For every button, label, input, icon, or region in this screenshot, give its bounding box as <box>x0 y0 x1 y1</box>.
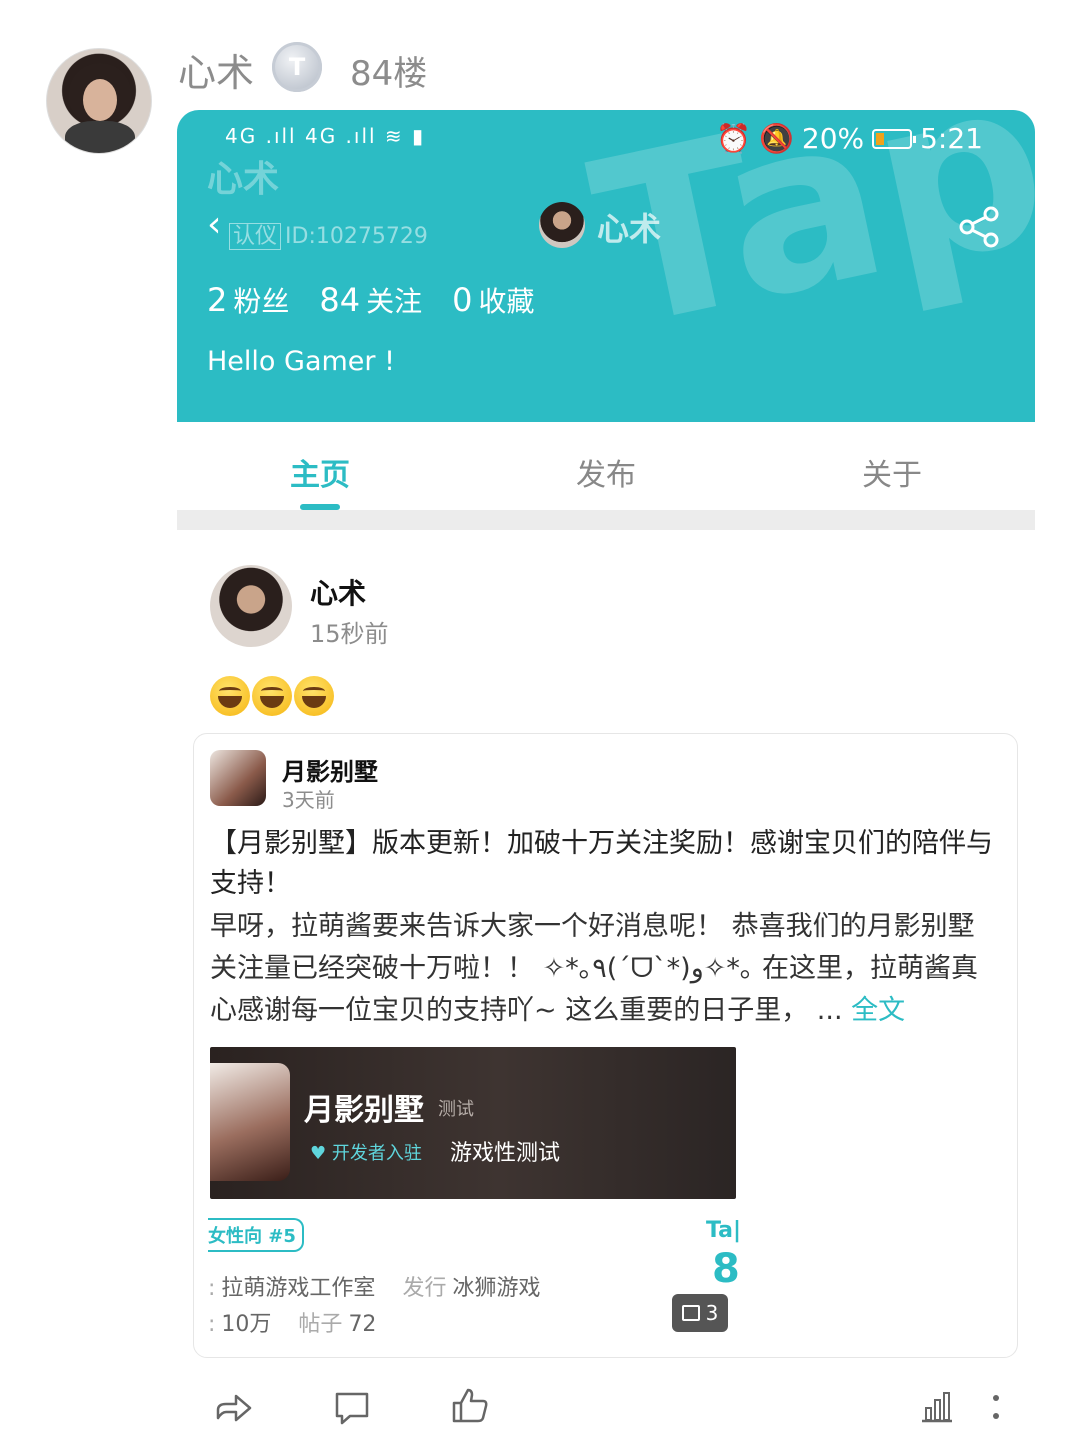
image-count-badge[interactable]: 3 <box>672 1294 728 1332</box>
studio-name: 拉萌游戏工作室 <box>221 1276 376 1301</box>
game-art <box>210 1063 290 1181</box>
status-bar-right: ⏰ 🔕 20% 5:21 <box>716 122 983 155</box>
divider <box>177 510 1035 530</box>
mute-icon: 🔕 <box>759 122 794 155</box>
post-time: 15秒前 <box>310 620 389 648</box>
repost-card[interactable]: 月影别墅 3天前 【月影别墅】版本更新！加破十万关注奖励！感谢宝贝们的陪伴与支持… <box>193 733 1018 1358</box>
more-options-icon[interactable] <box>986 1390 1006 1424</box>
tab-about[interactable]: 关于 <box>749 422 1035 510</box>
profile-avatar <box>539 202 585 248</box>
repost-author[interactable]: 月影别墅 <box>282 752 378 787</box>
stat-favorites[interactable]: 0 收藏 <box>452 280 534 320</box>
game-avatar[interactable] <box>210 750 266 806</box>
repost-body: 早呀，拉萌酱要来告诉大家一个好消息呢！ 恭喜我们的月影别墅关注量已经突破十万啦！… <box>210 906 1000 1032</box>
game-type: 游戏性测试 <box>450 1141 561 1166</box>
repost-title: 【月影别墅】版本更新！加破十万关注奖励！感谢宝贝们的陪伴与支持！ <box>210 828 993 899</box>
post-author[interactable]: 心术 <box>310 572 366 612</box>
game-publisher-line: : 拉萌游戏工作室 发行 冰狮游戏 <box>208 1276 541 1301</box>
profile-stats: 2 粉丝 84 关注 0 收藏 <box>207 280 534 320</box>
read-more-link[interactable]: 全文 <box>851 995 905 1026</box>
profile-title-name: 心术 <box>597 210 662 248</box>
share-forward-icon[interactable] <box>214 1388 254 1428</box>
developer-badge: ♥ 开发者入驻 <box>310 1143 422 1164</box>
like-icon[interactable] <box>450 1386 490 1426</box>
stat-following[interactable]: 84 关注 <box>319 280 422 320</box>
tab-posts[interactable]: 发布 <box>463 422 749 510</box>
posts-label: 帖子 <box>298 1312 343 1337</box>
game-followers: 10万 <box>221 1312 272 1337</box>
share-icon[interactable] <box>959 206 999 248</box>
profile-header: Tap 4G .ıll 4G .ıll ≋ ▮ ⏰ 🔕 20% 5:21 心术 … <box>177 110 1035 422</box>
verify-tag: 认仪 <box>229 223 282 250</box>
alarm-icon: ⏰ <box>716 122 751 155</box>
game-banner[interactable]: 月影别墅 测试 ♥ 开发者入驻 游戏性测试 <box>210 1047 736 1199</box>
post-emojis <box>210 676 334 716</box>
floor-avatar[interactable] <box>46 48 152 154</box>
battery-icon <box>872 128 917 149</box>
profile-tabs: 主页 发布 关于 <box>177 422 1035 510</box>
profile-bio: Hello Gamer ! <box>207 346 395 377</box>
floor-number: 84楼 <box>350 54 428 94</box>
game-posts: 72 <box>348 1312 377 1337</box>
comment-icon[interactable] <box>332 1388 372 1428</box>
image-icon <box>681 1305 700 1321</box>
battery-percent: 20% <box>801 122 865 155</box>
tab-home[interactable]: 主页 <box>177 422 463 510</box>
stats-icon[interactable] <box>920 1390 954 1424</box>
grin-emoji-icon <box>294 676 334 716</box>
post-avatar[interactable] <box>210 565 292 647</box>
user-id: 认仪 ID:10275729 <box>229 218 428 250</box>
game-stats-line: :10万 帖子 72 <box>208 1312 377 1337</box>
level-badge-icon: T <box>272 42 322 92</box>
clock: 5:21 <box>920 122 983 155</box>
game-status: 测试 <box>438 1099 474 1120</box>
publisher-name: 冰狮游戏 <box>452 1276 541 1301</box>
ghost-username: 心术 <box>207 159 280 200</box>
rating-brand: Ta| <box>706 1218 742 1243</box>
user-id-text: ID:10275729 <box>285 224 428 249</box>
image-count: 3 <box>705 1301 719 1325</box>
floor-username[interactable]: 心术 <box>178 42 254 97</box>
stat-fans[interactable]: 2 粉丝 <box>207 280 289 320</box>
grin-emoji-icon <box>252 676 292 716</box>
signal-status: 4G .ıll 4G .ıll ≋ ▮ <box>225 124 426 148</box>
back-icon[interactable]: ‹ <box>207 204 221 245</box>
rank-badge: 女性向 #5 <box>208 1218 304 1252</box>
publisher-label: 发行 <box>402 1276 447 1301</box>
game-rating: 8 <box>712 1246 740 1292</box>
grin-emoji-icon <box>210 676 250 716</box>
game-name: 月影别墅 <box>304 1093 424 1128</box>
repost-time: 3天前 <box>282 788 335 812</box>
